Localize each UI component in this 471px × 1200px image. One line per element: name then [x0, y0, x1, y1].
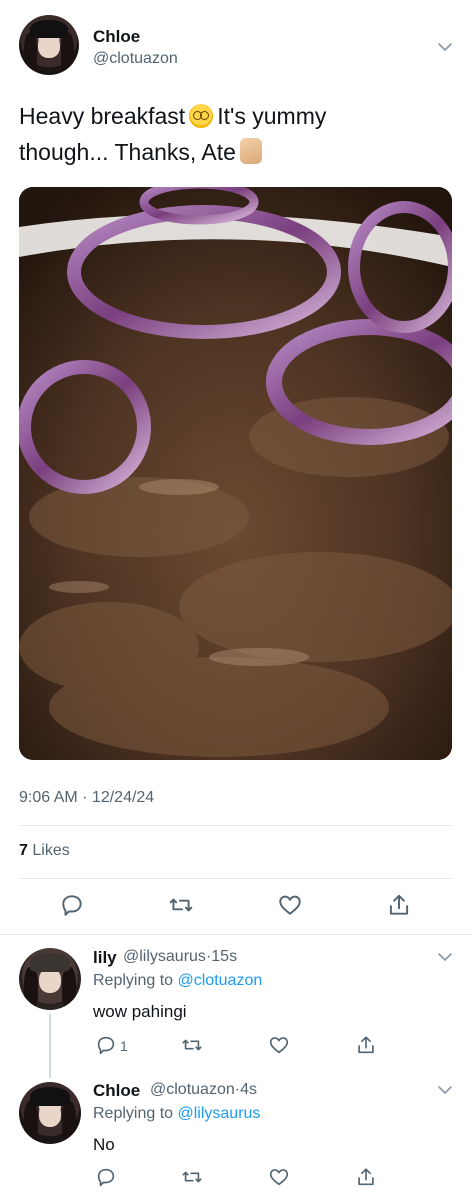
thread-line	[49, 1014, 51, 1078]
thumbs-up-emoji-icon	[239, 138, 262, 164]
tweet-text-line1: Heavy breakfast	[19, 103, 186, 129]
author-name[interactable]: Chloe	[93, 27, 140, 47]
woozy-face-emoji-icon	[189, 104, 214, 128]
retweet-icon[interactable]	[181, 1166, 203, 1188]
likes-label: Likes	[32, 842, 70, 859]
tweet-text: Heavy breakfast It's yummy though... Than…	[19, 98, 449, 170]
divider	[0, 934, 471, 935]
replying-to-label: Replying to	[93, 1105, 174, 1122]
replying-to-handle[interactable]: @lilysaurus	[178, 1105, 261, 1122]
reply-author-handle: @clotuazon·4s	[150, 1081, 257, 1099]
reply-icon[interactable]	[59, 892, 85, 918]
reply-handle[interactable]: @clotuazon	[150, 1081, 235, 1098]
avatar[interactable]	[19, 15, 79, 75]
chevron-down-icon[interactable]	[436, 38, 454, 56]
heart-icon[interactable]	[268, 1034, 290, 1056]
avatar[interactable]	[19, 948, 81, 1010]
replying-to-handle[interactable]: @clotuazon	[178, 972, 263, 989]
replying-to: Replying to @clotuazon	[93, 972, 262, 990]
retweet-icon[interactable]	[168, 892, 194, 918]
reply-icon[interactable]	[95, 1034, 117, 1056]
reply-text: wow pahingi	[93, 1002, 187, 1021]
chevron-down-icon[interactable]	[436, 1081, 454, 1099]
heart-icon[interactable]	[268, 1166, 290, 1188]
reply-author-name[interactable]: Chloe	[93, 1081, 140, 1101]
reply-handle[interactable]: @lilysaurus	[123, 948, 206, 965]
avatar[interactable]	[19, 1082, 81, 1144]
author-handle[interactable]: @clotuazon	[93, 50, 178, 68]
share-icon[interactable]	[355, 1034, 377, 1056]
reply-count: 1	[120, 1038, 128, 1054]
reply-text: No	[93, 1135, 115, 1154]
likes-count[interactable]: 7 Likes	[19, 842, 70, 860]
reply-author-name[interactable]: lily	[93, 948, 117, 968]
reply-icon[interactable]	[95, 1166, 117, 1188]
share-icon[interactable]	[386, 892, 412, 918]
tweet-photo[interactable]	[19, 187, 452, 760]
share-icon[interactable]	[355, 1166, 377, 1188]
divider	[19, 825, 452, 826]
retweet-icon[interactable]	[181, 1034, 203, 1056]
divider	[19, 878, 452, 879]
replying-to-label: Replying to	[93, 972, 174, 989]
reply-author-handle: @lilysaurus·15s	[123, 948, 237, 966]
tweet-text-line2: though... Thanks, Ate	[19, 139, 236, 165]
reply-time[interactable]: 15s	[211, 948, 237, 965]
likes-number: 7	[19, 842, 28, 859]
chevron-down-icon[interactable]	[436, 948, 454, 966]
tweet-text-line1-rest: It's yummy	[217, 103, 327, 129]
replying-to: Replying to @lilysaurus	[93, 1105, 260, 1123]
tweet-timestamp[interactable]: 9:06 AM · 12/24/24	[19, 789, 154, 807]
heart-icon[interactable]	[277, 892, 303, 918]
reply-time[interactable]: 4s	[240, 1081, 257, 1098]
